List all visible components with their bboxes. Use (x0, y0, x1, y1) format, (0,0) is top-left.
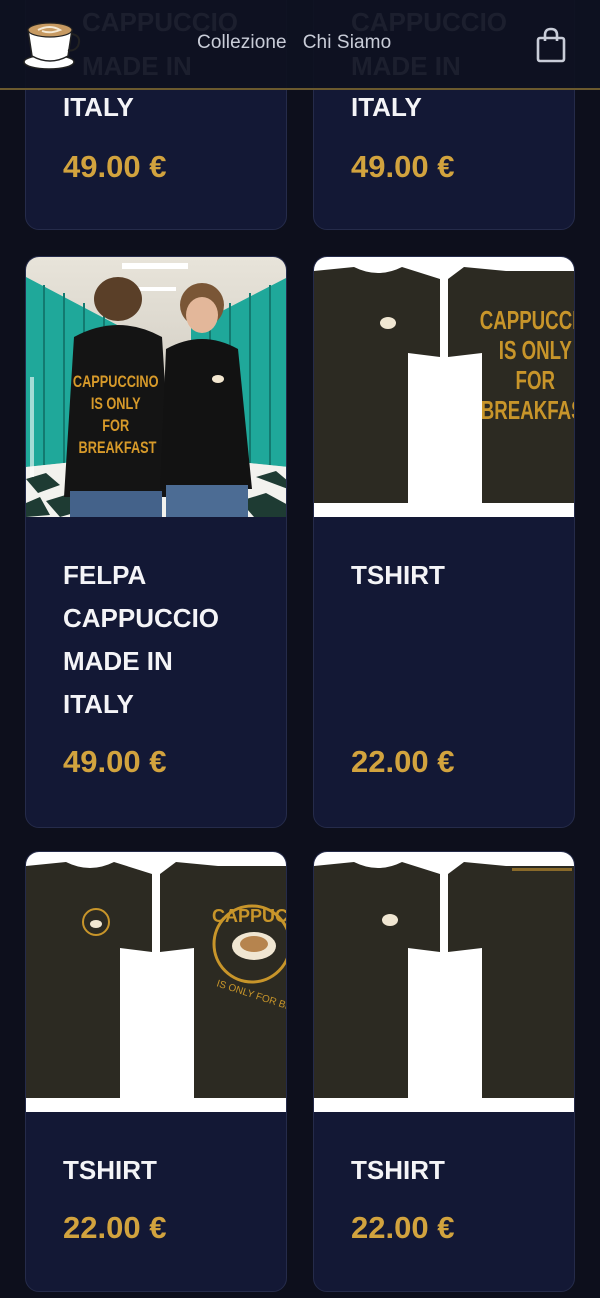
product-title[interactable]: TSHIRT (351, 1149, 561, 1192)
product-price: 49.00 € (351, 149, 455, 184)
product-title[interactable]: ITALY (351, 86, 561, 129)
tshirt-photo (314, 852, 574, 1112)
product-card[interactable]: CAPPUCCINO IS ONLY FOR BREAKFAST FELPA C… (25, 256, 287, 828)
product-card[interactable]: TSHIRT 22.00 € (313, 851, 575, 1292)
nav-link-collezione[interactable]: Collezione (197, 32, 287, 54)
product-price: 22.00 € (63, 1210, 167, 1245)
product-title[interactable]: TSHIRT (351, 554, 561, 597)
product-price: 49.00 € (63, 149, 167, 184)
product-price: 22.00 € (351, 744, 455, 779)
coffee-cup-logo-icon[interactable] (22, 18, 82, 72)
product-image-tshirt[interactable]: CAPPUCCIN IS ONLY FOR BREAKFAST (314, 257, 574, 517)
hoodie-photo: CAPPUCCINO IS ONLY FOR BREAKFAST (26, 257, 286, 517)
product-image-tshirt[interactable] (314, 852, 574, 1112)
svg-text:CAPPUCCIN: CAPPUCCIN (212, 906, 287, 926)
product-title[interactable]: ITALY (63, 86, 273, 129)
product-title[interactable]: TSHIRT (63, 1149, 273, 1192)
product-card[interactable]: CAPPUCCIN IS ONLY FOR BREAKFAS TSHIRT 22… (25, 851, 287, 1292)
product-price: 49.00 € (63, 744, 167, 779)
product-title[interactable]: FELPA CAPPUCCIO MADE IN ITALY (63, 554, 273, 726)
site-header: CAPPUCCIO MADE IN CAPPUCCIO MADE IN Coll… (0, 0, 600, 90)
product-image-hoodie[interactable]: CAPPUCCINO IS ONLY FOR BREAKFAST (26, 257, 286, 517)
product-price: 22.00 € (351, 1210, 455, 1245)
tshirt-photo: CAPPUCCIN IS ONLY FOR BREAKFAS (26, 852, 287, 1112)
main-nav: Collezione Chi Siamo (197, 32, 391, 54)
product-image-tshirt[interactable]: CAPPUCCIN IS ONLY FOR BREAKFAS (26, 852, 287, 1112)
product-card[interactable]: CAPPUCCIN IS ONLY FOR BREAKFAST TSHIRT 2… (313, 256, 575, 828)
shopping-bag-icon[interactable] (535, 26, 567, 64)
tshirt-photo: CAPPUCCIN IS ONLY FOR BREAKFAST (314, 257, 574, 517)
product-grid-page: ITALY 49.00 € ITALY 49.00 € CAPPUCCINO I… (0, 0, 600, 1298)
nav-link-chi-siamo[interactable]: Chi Siamo (303, 32, 392, 54)
